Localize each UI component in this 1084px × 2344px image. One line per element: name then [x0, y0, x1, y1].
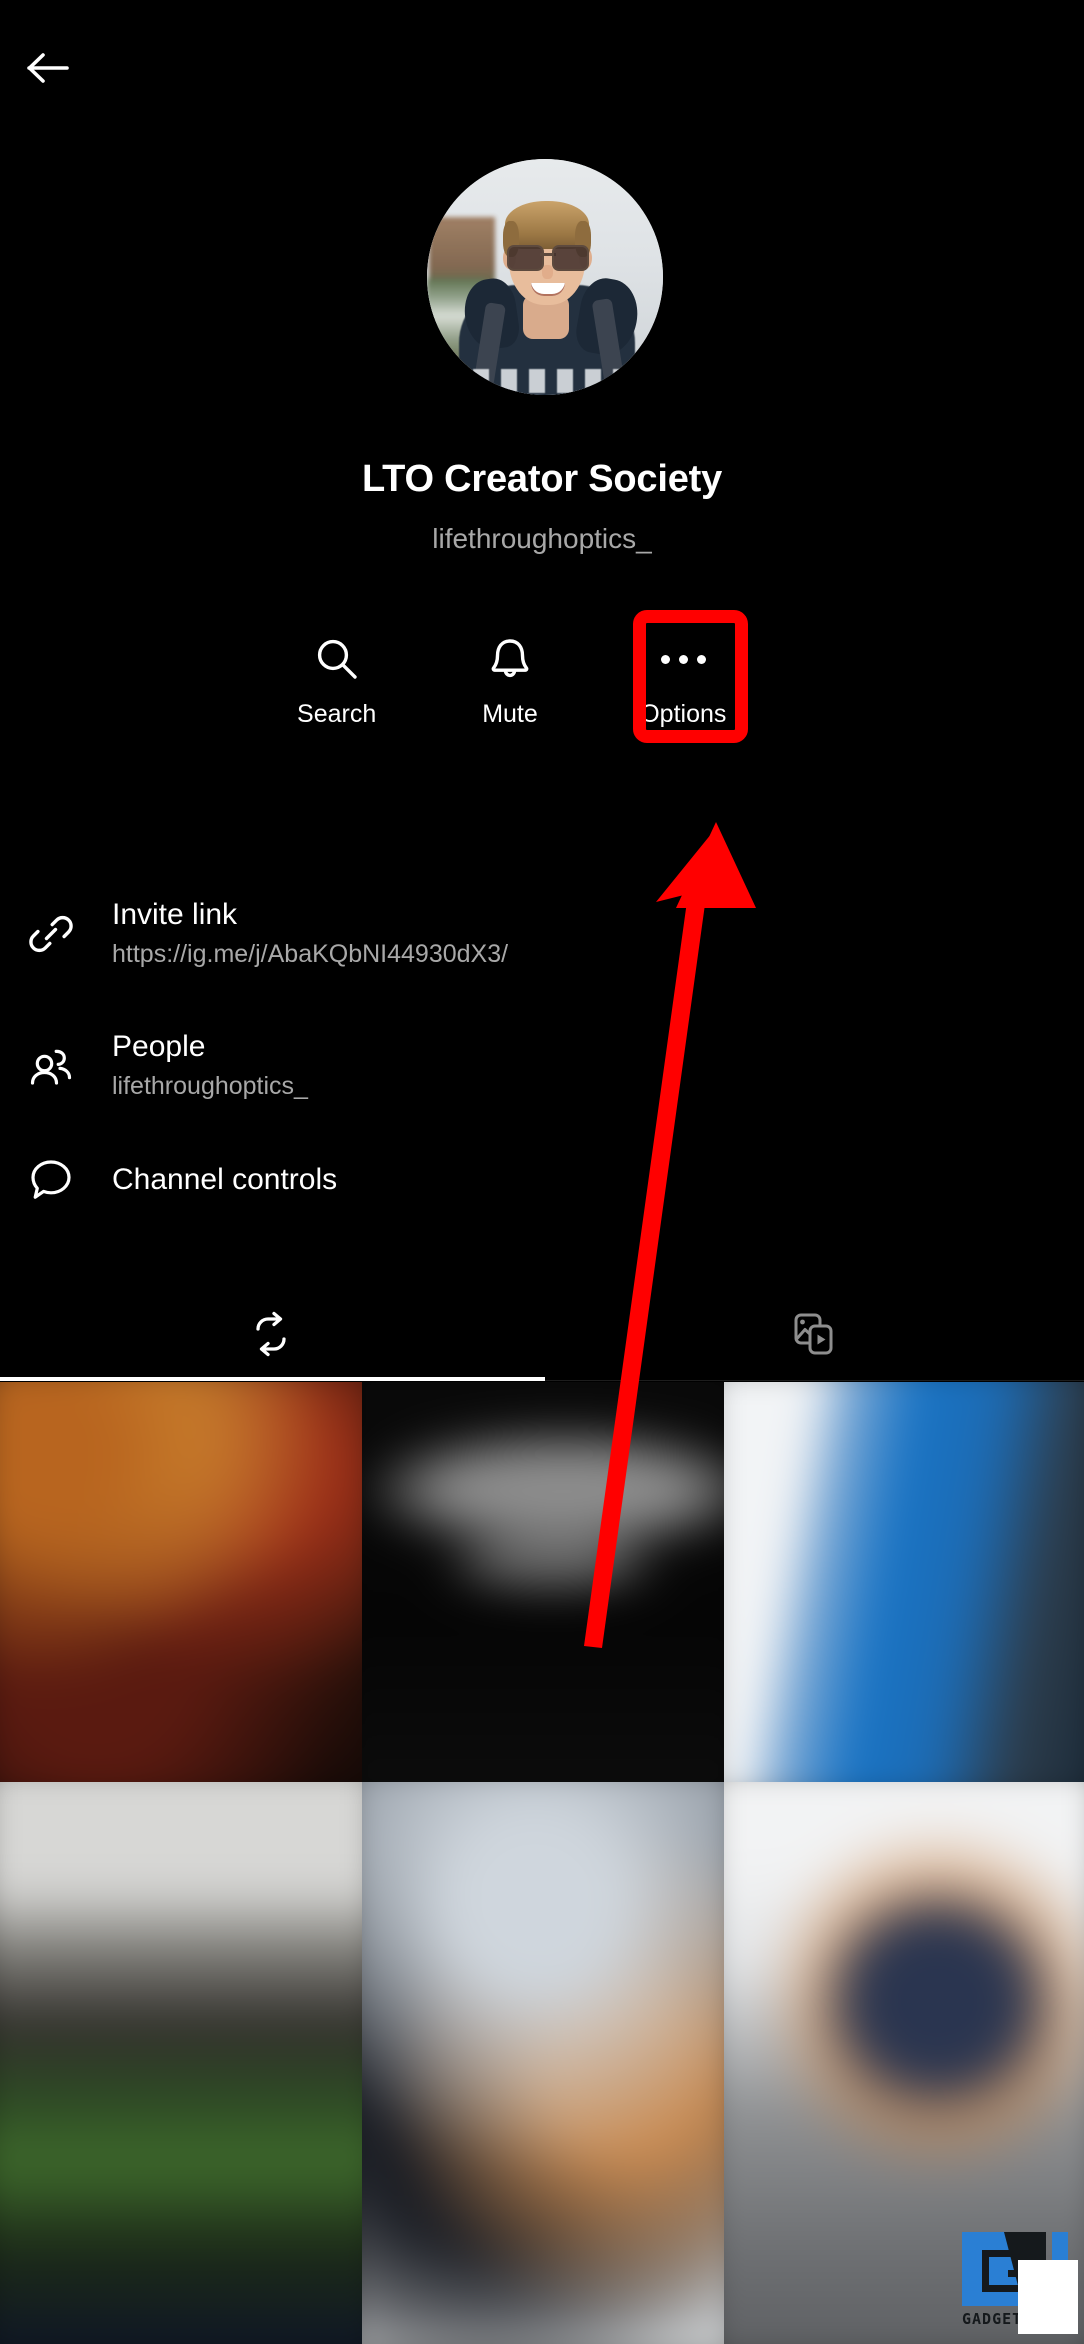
link-icon: [24, 909, 98, 959]
menu-item-title: Channel controls: [112, 1163, 338, 1196]
menu-item-people[interactable]: People lifethroughoptics_: [0, 1000, 1084, 1132]
channel-title: LTO Creator Society: [361, 458, 723, 500]
menu-list: Invite link https://ig.me/j/AbaKQbNI4493…: [0, 868, 1084, 1228]
avatar-image: [427, 159, 663, 395]
media-stack-icon: [788, 1309, 838, 1364]
media-grid: [0, 1382, 1084, 2344]
avatar[interactable]: [427, 159, 663, 395]
action-mute[interactable]: Mute: [423, 618, 596, 743]
tab-media[interactable]: [542, 1290, 1084, 1382]
media-thumbnail[interactable]: [0, 1782, 362, 2344]
action-mute-label: Mute: [482, 700, 538, 728]
action-row: Search Mute Options: [250, 618, 770, 743]
media-grid-row: [0, 1382, 1084, 1782]
media-thumbnail[interactable]: [362, 1382, 724, 1782]
people-icon: [24, 1041, 98, 1091]
media-thumbnail[interactable]: [724, 1382, 1084, 1782]
menu-item-subtitle: lifethroughoptics_: [112, 1072, 308, 1100]
repost-icon: [246, 1309, 296, 1364]
tab-reposts[interactable]: [0, 1290, 542, 1382]
menu-item-channel-controls[interactable]: Channel controls: [0, 1132, 1084, 1228]
bell-icon: [488, 634, 532, 684]
chat-bubble-icon: [24, 1155, 98, 1205]
instagram-channel-details-screen: LTO Creator Society lifethroughoptics_ S…: [0, 0, 1084, 2344]
action-search-label: Search: [297, 700, 377, 728]
back-button[interactable]: [12, 32, 84, 104]
menu-item-title: People: [112, 1030, 206, 1063]
menu-item-text: Channel controls: [98, 1162, 337, 1198]
ellipsis-icon: [660, 634, 706, 684]
arrow-left-icon: [26, 50, 70, 86]
media-grid-row: [0, 1782, 1084, 2344]
tab-bar: [0, 1290, 1084, 1382]
menu-item-title: Invite link: [112, 898, 238, 931]
action-options-label: Options: [640, 700, 727, 728]
channel-username: lifethroughoptics_: [432, 523, 652, 554]
watermark-logo: GADGETS: [956, 2226, 1078, 2334]
tab-active-underline: [0, 1377, 545, 1381]
action-options[interactable]: Options: [597, 618, 770, 743]
media-thumbnail[interactable]: [0, 1382, 362, 1782]
menu-item-invite-link[interactable]: Invite link https://ig.me/j/AbaKQbNI4493…: [0, 868, 1084, 1000]
action-search[interactable]: Search: [250, 618, 423, 743]
search-icon: [314, 634, 360, 684]
media-thumbnail[interactable]: [362, 1782, 724, 2344]
menu-item-subtitle: https://ig.me/j/AbaKQbNI44930dX3/: [112, 940, 509, 968]
menu-item-text: Invite link https://ig.me/j/AbaKQbNI4493…: [98, 897, 508, 971]
menu-item-text: People lifethroughoptics_: [98, 1029, 308, 1103]
